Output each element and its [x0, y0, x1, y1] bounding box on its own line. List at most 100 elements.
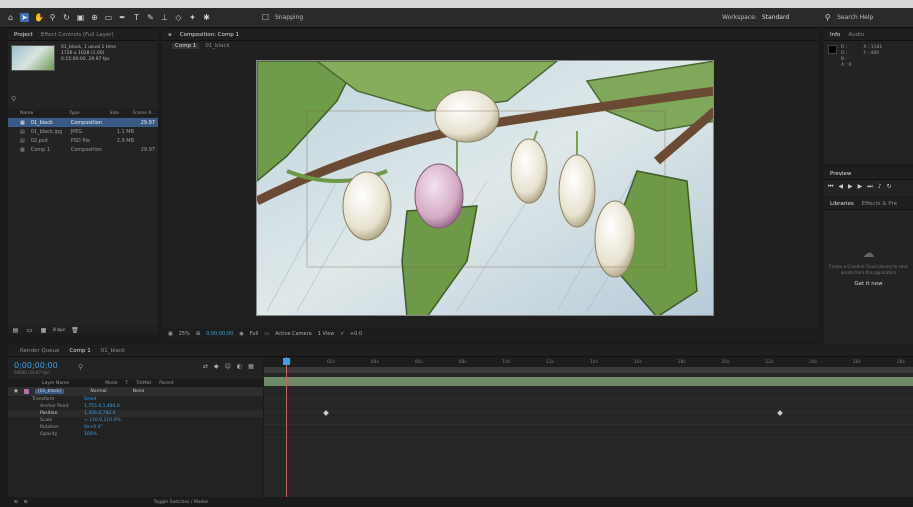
- tab-effects-presets[interactable]: Effects & Pre: [862, 201, 897, 207]
- fast-preview-icon[interactable]: ⚡: [340, 331, 344, 337]
- tab-comp-1[interactable]: Comp 1: [172, 43, 200, 49]
- lock-icon[interactable]: ▪: [168, 32, 172, 38]
- selection-tool-icon[interactable]: ➤: [20, 13, 29, 22]
- property-row[interactable]: Transform Reset: [8, 396, 263, 403]
- property-row[interactable]: Anchor Point 1,755.0,1,484.0: [8, 403, 263, 410]
- playhead[interactable]: [286, 357, 287, 497]
- audio-icon[interactable]: ♪: [878, 183, 882, 191]
- snapping-checkbox-icon[interactable]: ☐: [261, 13, 270, 22]
- camera-dropdown[interactable]: Active Camera: [275, 331, 312, 337]
- column-type[interactable]: Type: [69, 111, 79, 116]
- column-mode[interactable]: Mode: [105, 381, 117, 386]
- time-ruler[interactable]: 0s 02s 04s 06s 08s 10s 12s 14s 16s 18s 2…: [264, 357, 913, 367]
- list-item[interactable]: ▦ 01_black Composition 29.97: [8, 118, 158, 127]
- graph-editor-icon[interactable]: ▦: [248, 363, 254, 370]
- column-name[interactable]: Name: [20, 111, 33, 116]
- list-item[interactable]: ▦ Comp 1 Composition 29.97: [8, 145, 158, 154]
- rotate-tool-icon[interactable]: ↻: [62, 13, 71, 22]
- tab-01-black[interactable]: 01_black: [205, 43, 229, 49]
- tab-timeline-01-black[interactable]: 01_black: [101, 348, 125, 354]
- tab-project[interactable]: Project: [14, 32, 33, 38]
- motion-blur-icon[interactable]: ◐: [237, 363, 242, 370]
- tab-effect-controls[interactable]: Effect Controls (Full Layer): [41, 32, 114, 38]
- zoom-dropdown[interactable]: 25%: [179, 331, 190, 337]
- zoom-tool-icon[interactable]: ⚲: [48, 13, 57, 22]
- list-item[interactable]: ▤ 01_black.jpg JPEG 1.1 MB: [8, 127, 158, 136]
- column-frame-rate[interactable]: Frame R...: [133, 111, 156, 116]
- loop-icon[interactable]: ↻: [887, 183, 892, 191]
- tab-audio[interactable]: Audio: [848, 32, 864, 38]
- hand-tool-icon[interactable]: ✋: [34, 13, 44, 22]
- tab-preview[interactable]: Preview: [830, 171, 851, 177]
- layer-mode[interactable]: Normal: [90, 389, 106, 394]
- previous-frame-icon[interactable]: ◀: [838, 183, 843, 191]
- puppet-tool-icon[interactable]: ✱: [202, 13, 211, 22]
- tab-composition[interactable]: Composition: Comp 1: [180, 32, 239, 38]
- bit-depth-button[interactable]: 8 bpc: [53, 328, 65, 333]
- composition-viewer[interactable]: [256, 60, 714, 316]
- eraser-tool-icon[interactable]: ◇: [174, 13, 183, 22]
- layer-switches-icon[interactable]: ⊞: [14, 500, 18, 505]
- viewer-timecode[interactable]: 0;00;00;00: [206, 331, 233, 337]
- property-row[interactable]: Scale ∞ 110.0,110.0%: [8, 417, 263, 424]
- camera-tool-icon[interactable]: ▣: [76, 13, 85, 22]
- get-it-now-button[interactable]: Get it now: [828, 281, 909, 287]
- column-t[interactable]: T: [126, 381, 129, 386]
- search-icon[interactable]: ⚲: [823, 13, 832, 22]
- exposure-value[interactable]: +0.0: [350, 331, 362, 337]
- grid-icon[interactable]: ⊞: [196, 331, 200, 337]
- property-row[interactable]: Rotation 0x+0.0°: [8, 424, 263, 431]
- libraries-panel: Libraries Effects & Pre ☁ Create a Creat…: [824, 198, 913, 344]
- region-of-interest-icon[interactable]: ▭: [264, 331, 269, 337]
- next-frame-icon[interactable]: ▶: [858, 183, 863, 191]
- column-parent[interactable]: Parent: [159, 381, 173, 386]
- trash-icon[interactable]: 🗑: [70, 326, 79, 335]
- tab-render-queue[interactable]: Render Queue: [20, 348, 59, 354]
- layer-row[interactable]: ◉ [01_black] Normal None: [8, 387, 263, 396]
- workspace-dropdown[interactable]: Standard: [762, 14, 789, 21]
- column-trkmat[interactable]: TrkMat: [136, 381, 151, 386]
- playhead-handle[interactable]: [283, 358, 290, 365]
- interpret-footage-icon[interactable]: ▤: [11, 326, 20, 335]
- layer-duration-bar[interactable]: [264, 377, 913, 386]
- work-area-bar[interactable]: [264, 367, 913, 373]
- new-comp-icon[interactable]: ▦: [39, 326, 48, 335]
- resolution-dropdown[interactable]: Full: [250, 331, 259, 337]
- rectangle-tool-icon[interactable]: ▭: [104, 13, 113, 22]
- last-frame-icon[interactable]: ⏭: [867, 183, 872, 191]
- snapshot-icon[interactable]: ◉: [239, 331, 243, 337]
- first-frame-icon[interactable]: ⏮: [828, 183, 833, 191]
- new-folder-icon[interactable]: ▭: [25, 326, 34, 335]
- column-layer-name[interactable]: Layer Name: [42, 381, 69, 386]
- project-search-icon[interactable]: ⚲: [11, 95, 16, 103]
- play-icon[interactable]: ▶: [848, 183, 853, 191]
- pan-behind-tool-icon[interactable]: ⊕: [90, 13, 99, 22]
- property-row[interactable]: Opacity 100%: [8, 431, 263, 438]
- eye-icon[interactable]: ◉: [14, 389, 18, 394]
- always-preview-icon[interactable]: ▣: [168, 331, 173, 337]
- pen-tool-icon[interactable]: ✒: [118, 13, 127, 22]
- tab-timeline-comp-1[interactable]: Comp 1: [69, 348, 90, 354]
- transfer-controls-icon[interactable]: ⊞: [24, 500, 28, 505]
- views-dropdown[interactable]: 1 View: [318, 331, 335, 337]
- layer-name[interactable]: [01_black]: [34, 389, 65, 394]
- comp-flowchart-icon[interactable]: ⇄: [203, 363, 208, 370]
- layer-parent[interactable]: None: [133, 389, 145, 394]
- list-item[interactable]: ▤ 02.psd PSD file 2.9 MB: [8, 136, 158, 145]
- toggle-switches-modes-button[interactable]: Toggle Switches / Modes: [154, 500, 209, 505]
- property-row[interactable]: Position 1,456.0,782.0: [8, 410, 263, 417]
- tab-libraries[interactable]: Libraries: [830, 201, 854, 207]
- tab-info[interactable]: Info: [830, 32, 840, 38]
- timeline-search-icon[interactable]: ⚲: [78, 363, 83, 371]
- home-icon[interactable]: ⌂: [6, 13, 15, 22]
- layer-label-color[interactable]: [23, 389, 29, 394]
- draft-3d-icon[interactable]: ◆: [214, 363, 219, 370]
- timeline-track-area[interactable]: 0s 02s 04s 06s 08s 10s 12s 14s 16s 18s 2…: [264, 357, 913, 497]
- column-size[interactable]: Size: [110, 111, 119, 116]
- clone-stamp-tool-icon[interactable]: ⊥: [160, 13, 169, 22]
- type-tool-icon[interactable]: T: [132, 13, 141, 22]
- search-help-field[interactable]: Search Help: [837, 14, 873, 21]
- brush-tool-icon[interactable]: ✎: [146, 13, 155, 22]
- shy-layers-icon[interactable]: ☺: [225, 363, 231, 370]
- roto-brush-tool-icon[interactable]: ✦: [188, 13, 197, 22]
